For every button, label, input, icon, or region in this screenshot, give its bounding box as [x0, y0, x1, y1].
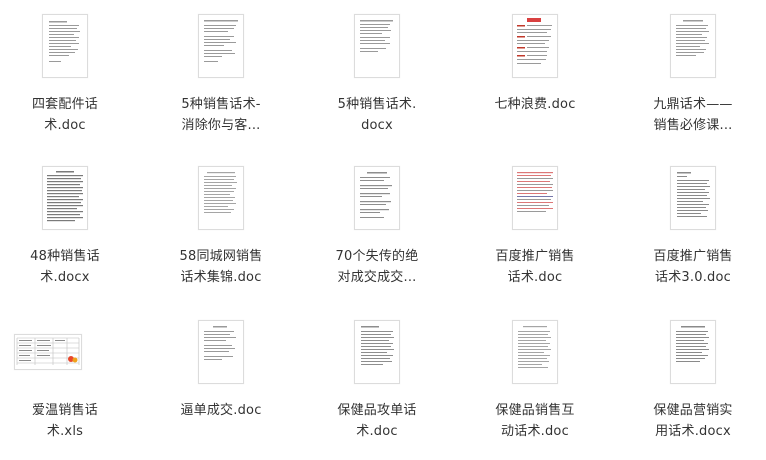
file-name: 保健品销售互 动话术.doc	[495, 403, 575, 439]
file-item[interactable]: 爱温销售话 术.xls	[0, 320, 130, 460]
spreadsheet-thumbnail-icon	[14, 334, 82, 370]
file-item[interactable]: 5种销售话术- 消除你与客...	[156, 14, 286, 154]
file-name: 保健品攻单话 术.doc	[337, 403, 417, 439]
document-thumbnail-icon	[512, 14, 558, 78]
file-name: 爱温销售话 术.xls	[31, 403, 98, 439]
file-item[interactable]: 九鼎话术—— 销售必修课...	[628, 14, 758, 154]
document-thumbnail-icon	[354, 166, 400, 230]
document-thumbnail-icon	[512, 166, 558, 230]
file-item[interactable]: 逼单成交.doc	[156, 320, 286, 460]
document-thumbnail-icon	[354, 320, 400, 384]
file-item[interactable]: 保健品营销实 用话术.docx	[628, 320, 758, 460]
file-name: 九鼎话术—— 销售必修课...	[653, 97, 733, 133]
file-item[interactable]: 七种浪费.doc	[470, 14, 600, 154]
file-name: 百度推广销售 话术3.0.doc	[653, 249, 733, 285]
document-thumbnail-icon	[670, 14, 716, 78]
file-item[interactable]: 保健品销售互 动话术.doc	[470, 320, 600, 460]
file-name: 保健品营销实 用话术.docx	[653, 403, 733, 439]
file-item[interactable]: 5种销售话术. docx	[312, 14, 442, 154]
file-item[interactable]: 保健品攻单话 术.doc	[312, 320, 442, 460]
document-thumbnail-icon	[670, 166, 716, 230]
document-thumbnail-icon	[198, 14, 244, 78]
file-name: 48种销售话 术.docx	[30, 249, 100, 285]
file-item[interactable]: 58同城网销售 话术集锦.doc	[156, 166, 286, 306]
file-name: 70个失传的绝 对成交成交...	[335, 249, 419, 285]
document-thumbnail-icon	[512, 320, 558, 384]
document-thumbnail-icon	[42, 166, 88, 230]
file-name: 四套配件话 术.doc	[31, 97, 98, 133]
file-item[interactable]: 四套配件话 术.doc	[0, 14, 130, 154]
document-thumbnail-icon	[198, 166, 244, 230]
file-name: 5种销售话术. docx	[337, 97, 417, 133]
document-thumbnail-icon	[42, 14, 88, 78]
file-grid: 四套配件话 术.doc 5种销售话术- 消除你与客... 5种销售话术. doc…	[0, 0, 766, 445]
file-item[interactable]: 48种销售话 术.docx	[0, 166, 130, 306]
file-name: 逼单成交.doc	[180, 403, 262, 418]
file-name: 58同城网销售 话术集锦.doc	[179, 249, 263, 285]
file-name: 5种销售话术- 消除你与客...	[181, 97, 261, 133]
file-item[interactable]: 百度推广销售 话术.doc	[470, 166, 600, 306]
file-item[interactable]: 70个失传的绝 对成交成交...	[312, 166, 442, 306]
file-item[interactable]: 百度推广销售 话术3.0.doc	[628, 166, 758, 306]
file-name: 七种浪费.doc	[494, 97, 576, 112]
file-name: 百度推广销售 话术.doc	[495, 249, 575, 285]
document-thumbnail-icon	[354, 14, 400, 78]
document-thumbnail-icon	[670, 320, 716, 384]
document-thumbnail-icon	[198, 320, 244, 384]
